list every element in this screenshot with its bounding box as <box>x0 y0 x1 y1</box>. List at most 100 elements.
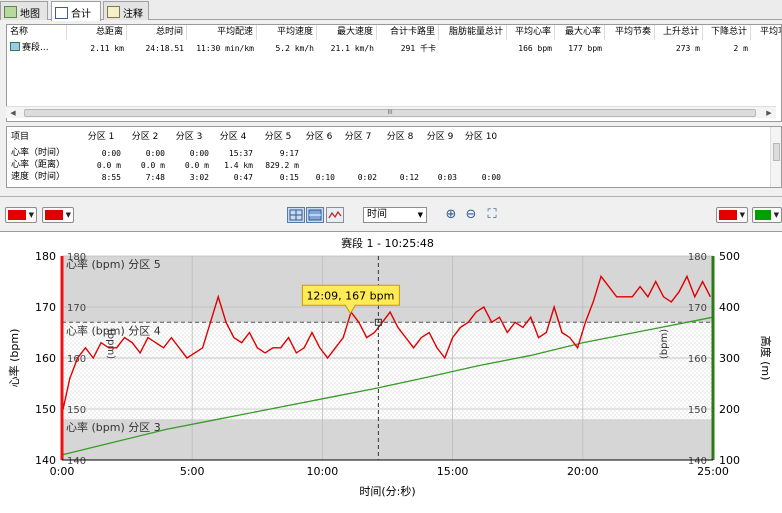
line-view-button[interactable] <box>326 207 344 223</box>
y-right-tick-label: 100 <box>719 454 740 467</box>
color-swatch <box>719 210 737 220</box>
table-cell: 5.2 km/h <box>275 44 314 53</box>
zone-cell <box>459 160 503 171</box>
grid-icon <box>289 209 303 221</box>
left-color-picker-2[interactable]: ▼ <box>42 207 74 223</box>
zone-cell: 0:00 <box>145 149 165 158</box>
column-header[interactable]: 最大速度 <box>317 25 377 40</box>
tab-summary[interactable]: 合计 <box>51 1 101 21</box>
segment-icon <box>10 42 20 51</box>
scroll-grip: III <box>387 109 393 116</box>
right-color-picker-2[interactable]: ▼ <box>752 207 782 223</box>
column-header[interactable]: 上升总计 <box>655 25 703 40</box>
color-swatch <box>45 210 63 220</box>
column-header[interactable]: 名称 <box>7 25 67 40</box>
zoom-out-button[interactable]: ⊖ <box>463 207 479 223</box>
zone-column-header[interactable]: 分区 6 <box>301 130 337 144</box>
zones-scroll-thumb[interactable] <box>773 143 780 161</box>
x-tick-label: 10:00 <box>307 465 339 478</box>
zoom-in-button[interactable]: ⊕ <box>443 207 459 223</box>
y-left-tick-label: 160 <box>35 352 56 365</box>
left-color-picker-1[interactable]: ▼ <box>5 207 37 223</box>
heart-rate-chart[interactable]: 心率 (bpm) 分区 5心率 (bpm) 分区 4心率 (bpm) 分区 30… <box>0 232 782 513</box>
x-axis-select[interactable]: 时间 ▼ <box>363 207 427 223</box>
zone-cell <box>459 148 503 159</box>
zone-row-label: 心率（时间） <box>11 148 66 158</box>
column-header[interactable]: 总距离 <box>67 25 127 40</box>
tab-bar: 地图 合计 注释 <box>0 0 782 21</box>
color-swatch <box>755 210 771 220</box>
column-header[interactable]: 总时间 <box>127 25 187 40</box>
column-header[interactable]: 平均配速 <box>187 25 257 40</box>
zone-cell: 0:02 <box>357 173 377 182</box>
inner-right-axis-unit: (bpm) <box>659 329 670 359</box>
map-icon <box>4 6 17 18</box>
tab-notes[interactable]: 注释 <box>103 1 149 20</box>
zone-column-header[interactable]: 分区 5 <box>255 130 301 144</box>
column-header[interactable]: 合计卡路里 <box>377 25 439 40</box>
segment-name-cell: 赛段... <box>7 41 67 56</box>
y-left-tick-label: 150 <box>35 403 56 416</box>
y-right-axis-label: 高度 (m) <box>759 336 773 381</box>
y-left-tick-label: 180 <box>35 250 56 263</box>
column-header[interactable]: 最大心率 <box>555 25 605 40</box>
grid-view-button[interactable] <box>287 207 305 223</box>
table-cell: 166 bpm <box>518 44 552 53</box>
column-header[interactable]: 平均功 <box>751 25 781 40</box>
zone-column-header[interactable]: 分区 1 <box>79 130 123 144</box>
table-cell: 177 bpm <box>568 44 602 53</box>
table-icon <box>55 6 68 19</box>
y-right-inner-tick-label: 170 <box>688 303 707 314</box>
x-tick-label: 5:00 <box>180 465 205 478</box>
x-tick-label: 20:00 <box>567 465 599 478</box>
zone-cell: 0:12 <box>399 173 419 182</box>
x-axis-select-value: 时间 <box>367 209 387 220</box>
scroll-thumb[interactable]: III <box>24 109 756 117</box>
zone-cell: 0:15 <box>279 173 299 182</box>
y-right-inner-tick-label: 180 <box>688 252 707 263</box>
zone-cell: 0:00 <box>189 149 209 158</box>
table-cell <box>605 41 655 56</box>
zone-column-header[interactable]: 分区 4 <box>211 130 255 144</box>
column-header[interactable]: 脂肪能量总计 <box>439 25 507 40</box>
zones-vertical-scrollbar[interactable] <box>770 127 781 187</box>
scroll-right-icon[interactable]: ▶ <box>764 108 774 118</box>
right-color-picker-1[interactable]: ▼ <box>716 207 748 223</box>
zone-column-header[interactable]: 分区 2 <box>123 130 167 144</box>
zone-cell: 0:03 <box>437 173 457 182</box>
zone-cell: 9:17 <box>279 149 299 158</box>
zone-cell: 0.0 m <box>140 161 165 170</box>
y-left-tick-label: 170 <box>35 301 56 314</box>
zoom-fit-icon: ⛶ <box>487 207 497 222</box>
column-header[interactable]: 平均节奏 <box>605 25 655 40</box>
zone-column-header[interactable]: 项目 <box>11 130 79 144</box>
y-left-inner-tick-label: 170 <box>67 303 86 314</box>
column-header[interactable]: 平均速度 <box>257 25 317 40</box>
chart-toolbar: ▼ ▼ 时间 ▼ ⊕ ⊖ ⛶ ▼ ▼ <box>0 196 782 230</box>
zone-column-header[interactable]: 分区 9 <box>421 130 459 144</box>
chevron-down-icon: ▼ <box>773 211 779 219</box>
zone-column-header[interactable]: 分区 7 <box>337 130 379 144</box>
zone-cell <box>337 160 379 171</box>
zone-cell <box>421 160 459 171</box>
table-cell: 2.11 km <box>90 44 124 53</box>
zone-cell <box>337 148 379 159</box>
zones-table: 项目 分区 1 分区 2 分区 3 分区 4 分区 5 分区 6 分区 7 分区 8 分区 9 分区… <box>6 126 782 188</box>
scroll-left-icon[interactable]: ◀ <box>8 108 18 118</box>
zones-view-button[interactable] <box>306 207 324 223</box>
y-left-inner-tick-label: 140 <box>67 456 86 467</box>
zone-column-header[interactable]: 分区 10 <box>459 130 503 144</box>
tab-map[interactable]: 地图 <box>0 1 48 20</box>
column-header[interactable]: 平均心率 <box>507 25 555 40</box>
zoom-out-icon: ⊖ <box>465 207 477 222</box>
y-left-inner-tick-label: 150 <box>67 405 86 416</box>
summary-horizontal-scrollbar[interactable]: ◀ III ▶ <box>6 106 776 118</box>
segment-name: 赛段... <box>22 43 49 53</box>
y-right-inner-tick-label: 150 <box>688 405 707 416</box>
zoom-fit-button[interactable]: ⛶ <box>484 207 500 223</box>
zone-column-header[interactable]: 分区 3 <box>167 130 211 144</box>
column-header[interactable]: 下降总计 <box>703 25 751 40</box>
y-left-tick-label: 140 <box>35 454 56 467</box>
chevron-down-icon: ▼ <box>739 211 745 219</box>
zone-column-header[interactable]: 分区 8 <box>379 130 421 144</box>
